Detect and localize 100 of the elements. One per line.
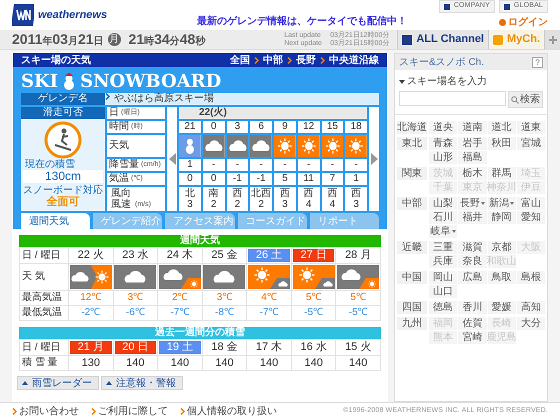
prefecture-link[interactable]: 島根: [516, 271, 545, 284]
link-button[interactable]: 注意報・警報: [101, 376, 183, 390]
prefecture-link[interactable]: 京都: [488, 241, 516, 254]
breadcrumb-link[interactable]: 長野: [296, 52, 316, 68]
search-button[interactable]: 検索: [508, 91, 543, 108]
field-label: 滑走可否: [21, 107, 105, 119]
prefecture-link[interactable]: 富山: [516, 197, 545, 210]
prefecture-link[interactable]: 道東: [516, 121, 545, 134]
region-link[interactable]: 東北: [397, 137, 427, 150]
row-label: 日 / 曜日: [22, 250, 60, 262]
section-title: スキー場の天気: [21, 54, 91, 68]
prefecture-link[interactable]: 道央: [429, 121, 458, 134]
high-temperature: 5℃: [350, 292, 366, 303]
region-link[interactable]: 関東: [397, 167, 427, 180]
prefecture-link[interactable]: 栃木: [458, 167, 486, 180]
link-button[interactable]: 雨雪レーダー: [17, 376, 99, 390]
wind-speed: 4: [306, 199, 312, 210]
region-link[interactable]: 北海道: [397, 121, 427, 134]
prefecture-link[interactable]: 岩手: [458, 137, 486, 150]
low-temperature: -8℃: [215, 307, 234, 318]
region-link[interactable]: 四国: [397, 301, 427, 314]
hour-cell: 3: [234, 121, 240, 133]
prefecture-link[interactable]: 佐賀: [458, 317, 486, 330]
field-label: スノーボード対応: [22, 185, 104, 196]
prefecture-link[interactable]: 徳島: [429, 301, 458, 314]
footer-link[interactable]: 個人情報の取り扱い: [180, 404, 277, 418]
prefecture-link[interactable]: 新潟: [488, 197, 516, 210]
date-cell-text: 24 木: [166, 249, 194, 262]
row-label: 気温: [109, 173, 129, 185]
prefecture-link[interactable]: 鳥取: [488, 271, 516, 284]
date-cell: 21 月: [70, 341, 112, 354]
row-label: 積 雪 量: [22, 357, 58, 369]
prefecture-link[interactable]: 山口: [429, 285, 458, 298]
wind-speed: 3: [353, 199, 359, 210]
hour-cell: 15: [326, 121, 338, 133]
breadcrumb-link[interactable]: 中央道沿線: [329, 52, 379, 68]
wind-speed: 2: [258, 199, 264, 210]
time-text: 21時34分48秒: [128, 30, 206, 48]
prefecture-link[interactable]: 滋賀: [458, 241, 486, 254]
low-temperature: -5℃: [348, 307, 368, 318]
prefecture-link[interactable]: 岐阜: [429, 225, 458, 238]
prefecture-link[interactable]: 福島: [458, 151, 486, 164]
prefecture-link[interactable]: 群馬: [488, 167, 516, 180]
prefecture-link[interactable]: 秋田: [488, 137, 516, 150]
help-button[interactable]: ?: [532, 56, 543, 68]
row-label: 風向: [111, 188, 132, 199]
logo-text: weathernews: [38, 8, 108, 23]
hour-cell: 21: [184, 121, 196, 133]
prefecture-link[interactable]: 大分: [516, 317, 545, 330]
prefecture-link[interactable]: 三重: [429, 241, 458, 254]
prefecture-link[interactable]: 愛知: [516, 211, 545, 224]
region-link[interactable]: 九州: [397, 317, 427, 330]
region-link[interactable]: 中国: [397, 271, 427, 284]
date-cell: 26 土: [248, 249, 290, 262]
prefecture-link[interactable]: 山形: [429, 151, 458, 164]
high-temperature: 4℃: [261, 292, 277, 303]
footer-link[interactable]: ご利用に際して: [91, 404, 168, 418]
prefecture-link[interactable]: 岡山: [429, 271, 458, 284]
region-link[interactable]: 中部: [397, 197, 427, 210]
row-label: 天 気: [22, 271, 45, 283]
hour-cell: 6: [258, 121, 264, 133]
prefecture-link[interactable]: 宮城: [516, 137, 545, 150]
prefecture-link[interactable]: 福井: [458, 211, 486, 224]
wind-speed: 2: [234, 199, 240, 210]
footer-link[interactable]: お問い合わせ: [12, 404, 79, 418]
prefecture-link[interactable]: 山梨: [429, 197, 458, 210]
date-cell-text: 16 水: [299, 341, 328, 354]
search-label: スキー場名を入力: [407, 74, 487, 89]
temperature-cell: -1: [232, 173, 242, 185]
snowfall-cell: -: [212, 159, 216, 171]
low-temperature: -7℃: [170, 307, 190, 318]
date-cell: 20 日: [114, 341, 156, 354]
prefecture-link[interactable]: 道北: [488, 121, 516, 134]
snowfall-cell: -: [330, 159, 334, 171]
prefecture-link[interactable]: 高知: [516, 301, 545, 314]
prefecture-link[interactable]: 兵庫: [429, 255, 458, 268]
prefecture-link[interactable]: 広島: [458, 271, 486, 284]
prefecture-link[interactable]: 愛媛: [488, 301, 516, 314]
wind-direction: 西: [232, 188, 242, 199]
field-label: ゲレンデ名: [21, 93, 105, 105]
prefecture-link[interactable]: 長野: [458, 197, 486, 210]
region-link[interactable]: 近畿: [397, 241, 427, 254]
prefecture-link[interactable]: 宮崎: [458, 331, 486, 344]
wind-direction: 西: [304, 188, 314, 199]
sidebar-title: スキー&スノボ Ch.: [399, 56, 484, 70]
prefecture-link[interactable]: 青森: [429, 137, 458, 150]
breadcrumb-link[interactable]: 全国: [230, 52, 250, 68]
prefecture-link[interactable]: 道南: [458, 121, 486, 134]
banner-word: SNOWBOARD: [80, 73, 222, 91]
channel-tab[interactable]: ALL Channel: [397, 30, 488, 49]
prefecture-link[interactable]: 奈良: [458, 255, 486, 268]
prefecture-link[interactable]: 香川: [458, 301, 486, 314]
breadcrumb-link[interactable]: 中部: [263, 52, 283, 68]
section-tab[interactable]: 週間天気: [21, 213, 90, 229]
wind-speed: 3: [187, 199, 193, 210]
prefecture-link[interactable]: 静岡: [488, 211, 516, 224]
prefecture-link[interactable]: 石川: [429, 211, 458, 224]
snow-depth: 130cm: [23, 170, 103, 183]
wind-direction: 北: [184, 188, 195, 199]
snowfall-cell: 1: [187, 159, 193, 171]
